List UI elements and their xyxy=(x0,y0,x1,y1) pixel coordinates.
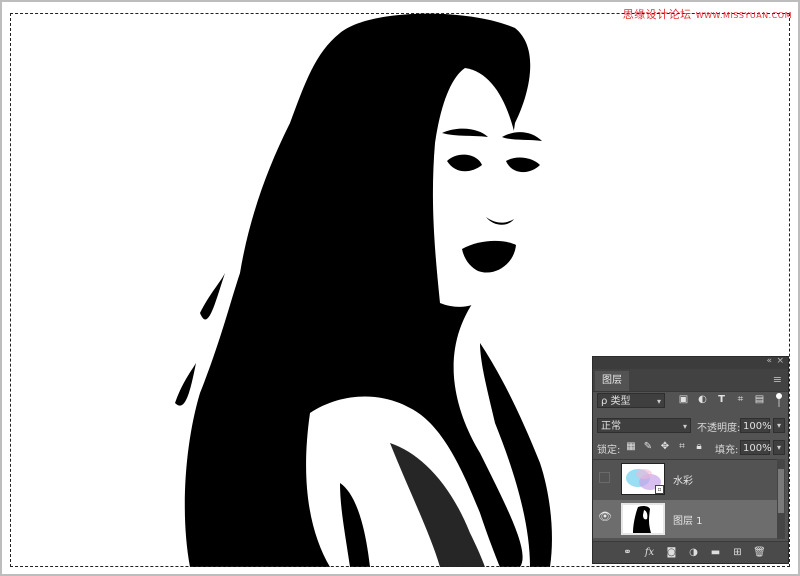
watermark-site: WWW.MISSYUAN.COM xyxy=(695,11,792,20)
visibility-off-icon[interactable] xyxy=(599,472,610,483)
layers-scrollbar[interactable] xyxy=(777,459,785,539)
portrait-thumbnail-art xyxy=(623,505,663,533)
filter-kind-select[interactable]: ρ 类型 ▾ xyxy=(597,393,665,408)
link-icon[interactable]: ⚭ xyxy=(621,547,634,558)
blend-mode-value: 正常 xyxy=(601,421,621,432)
lock-position-icon[interactable]: ✥ xyxy=(659,440,671,453)
layer-thumbnail xyxy=(621,503,665,535)
filter-kind-label: ρ 类型 xyxy=(601,396,631,407)
lock-artboard-icon[interactable]: ⌗ xyxy=(676,440,688,453)
lock-all-icon[interactable]: 🔒︎ xyxy=(693,440,705,453)
tab-layers[interactable]: 图层 xyxy=(595,371,629,391)
panel-titlebar[interactable]: « × xyxy=(593,356,788,369)
opacity-label: 不透明度: xyxy=(697,423,741,434)
lock-transparent-icon[interactable]: ▦ xyxy=(625,440,637,453)
adjustment-filter-icon[interactable]: ◐ xyxy=(696,393,709,407)
fill-dropdown-icon[interactable]: ▾ xyxy=(773,440,785,455)
blend-row: 正常 ▾ 不透明度: 100% ▾ xyxy=(593,415,788,435)
panel-tab-row: 图层 ≡ xyxy=(593,369,788,392)
opacity-dropdown-icon[interactable]: ▾ xyxy=(773,418,785,433)
image-filter-icon[interactable]: ▣ xyxy=(677,393,690,407)
filter-row: ρ 类型 ▾ ▣ ◐ T ⌗ ▤ xyxy=(593,391,788,411)
fill-label: 填充: xyxy=(715,445,739,456)
lock-label: 锁定: xyxy=(597,445,621,456)
panel-menu-icon[interactable]: ≡ xyxy=(773,373,782,386)
trash-icon[interactable]: 🗑︎ xyxy=(753,547,766,558)
chevron-down-icon: ▾ xyxy=(682,422,687,431)
layer-row-watercolor[interactable]: ▫ 水彩 xyxy=(593,460,777,498)
watermark-text: 思缘设计论坛 xyxy=(622,8,692,21)
new-layer-icon[interactable]: ⊞ xyxy=(731,547,744,558)
watermark: 思缘设计论坛 WWW.MISSYUAN.COM xyxy=(623,6,792,22)
layer-name[interactable]: 图层 1 xyxy=(673,512,703,527)
eye-icon[interactable]: 👁︎ xyxy=(598,510,612,523)
fill-input[interactable]: 100% xyxy=(740,440,772,455)
layer-row-layer1[interactable]: 👁︎ 图层 1 xyxy=(593,500,777,538)
lock-row: 锁定: ▦ ✎ ✥ ⌗ 🔒︎ 填充: 100% ▾ xyxy=(593,437,788,457)
chevron-down-icon: ▾ xyxy=(656,397,661,406)
fx-icon[interactable]: fx xyxy=(643,547,656,558)
layers-list: ▫ 水彩 👁︎ 图层 1 xyxy=(593,459,777,540)
type-filter-icon[interactable]: T xyxy=(715,393,728,407)
scrollbar-thumb[interactable] xyxy=(778,469,784,513)
shape-filter-icon[interactable]: ⌗ xyxy=(734,393,747,407)
blend-mode-select[interactable]: 正常 ▾ xyxy=(597,418,691,433)
close-icon[interactable]: × xyxy=(776,356,784,366)
smart-object-icon: ▫ xyxy=(655,485,664,494)
lock-brush-icon[interactable]: ✎ xyxy=(642,440,654,453)
collapse-icon[interactable]: « xyxy=(766,356,772,366)
folder-icon[interactable]: ▬ xyxy=(709,547,722,558)
panel-bottom-toolbar: ⚭ fx ◙ ◑ ▬ ⊞ 🗑︎ xyxy=(593,541,788,563)
filter-toggle-stem xyxy=(778,399,780,407)
opacity-input[interactable]: 100% xyxy=(740,418,772,433)
adjustment-icon[interactable]: ◑ xyxy=(687,547,700,558)
smart-object-filter-icon[interactable]: ▤ xyxy=(753,393,766,407)
layer-name[interactable]: 水彩 xyxy=(673,472,693,487)
layers-panel: « × 图层 ≡ ρ 类型 ▾ ▣ ◐ T ⌗ ▤ 正常 ▾ 不透明度: 100… xyxy=(592,356,789,564)
mask-icon[interactable]: ◙ xyxy=(665,547,678,558)
